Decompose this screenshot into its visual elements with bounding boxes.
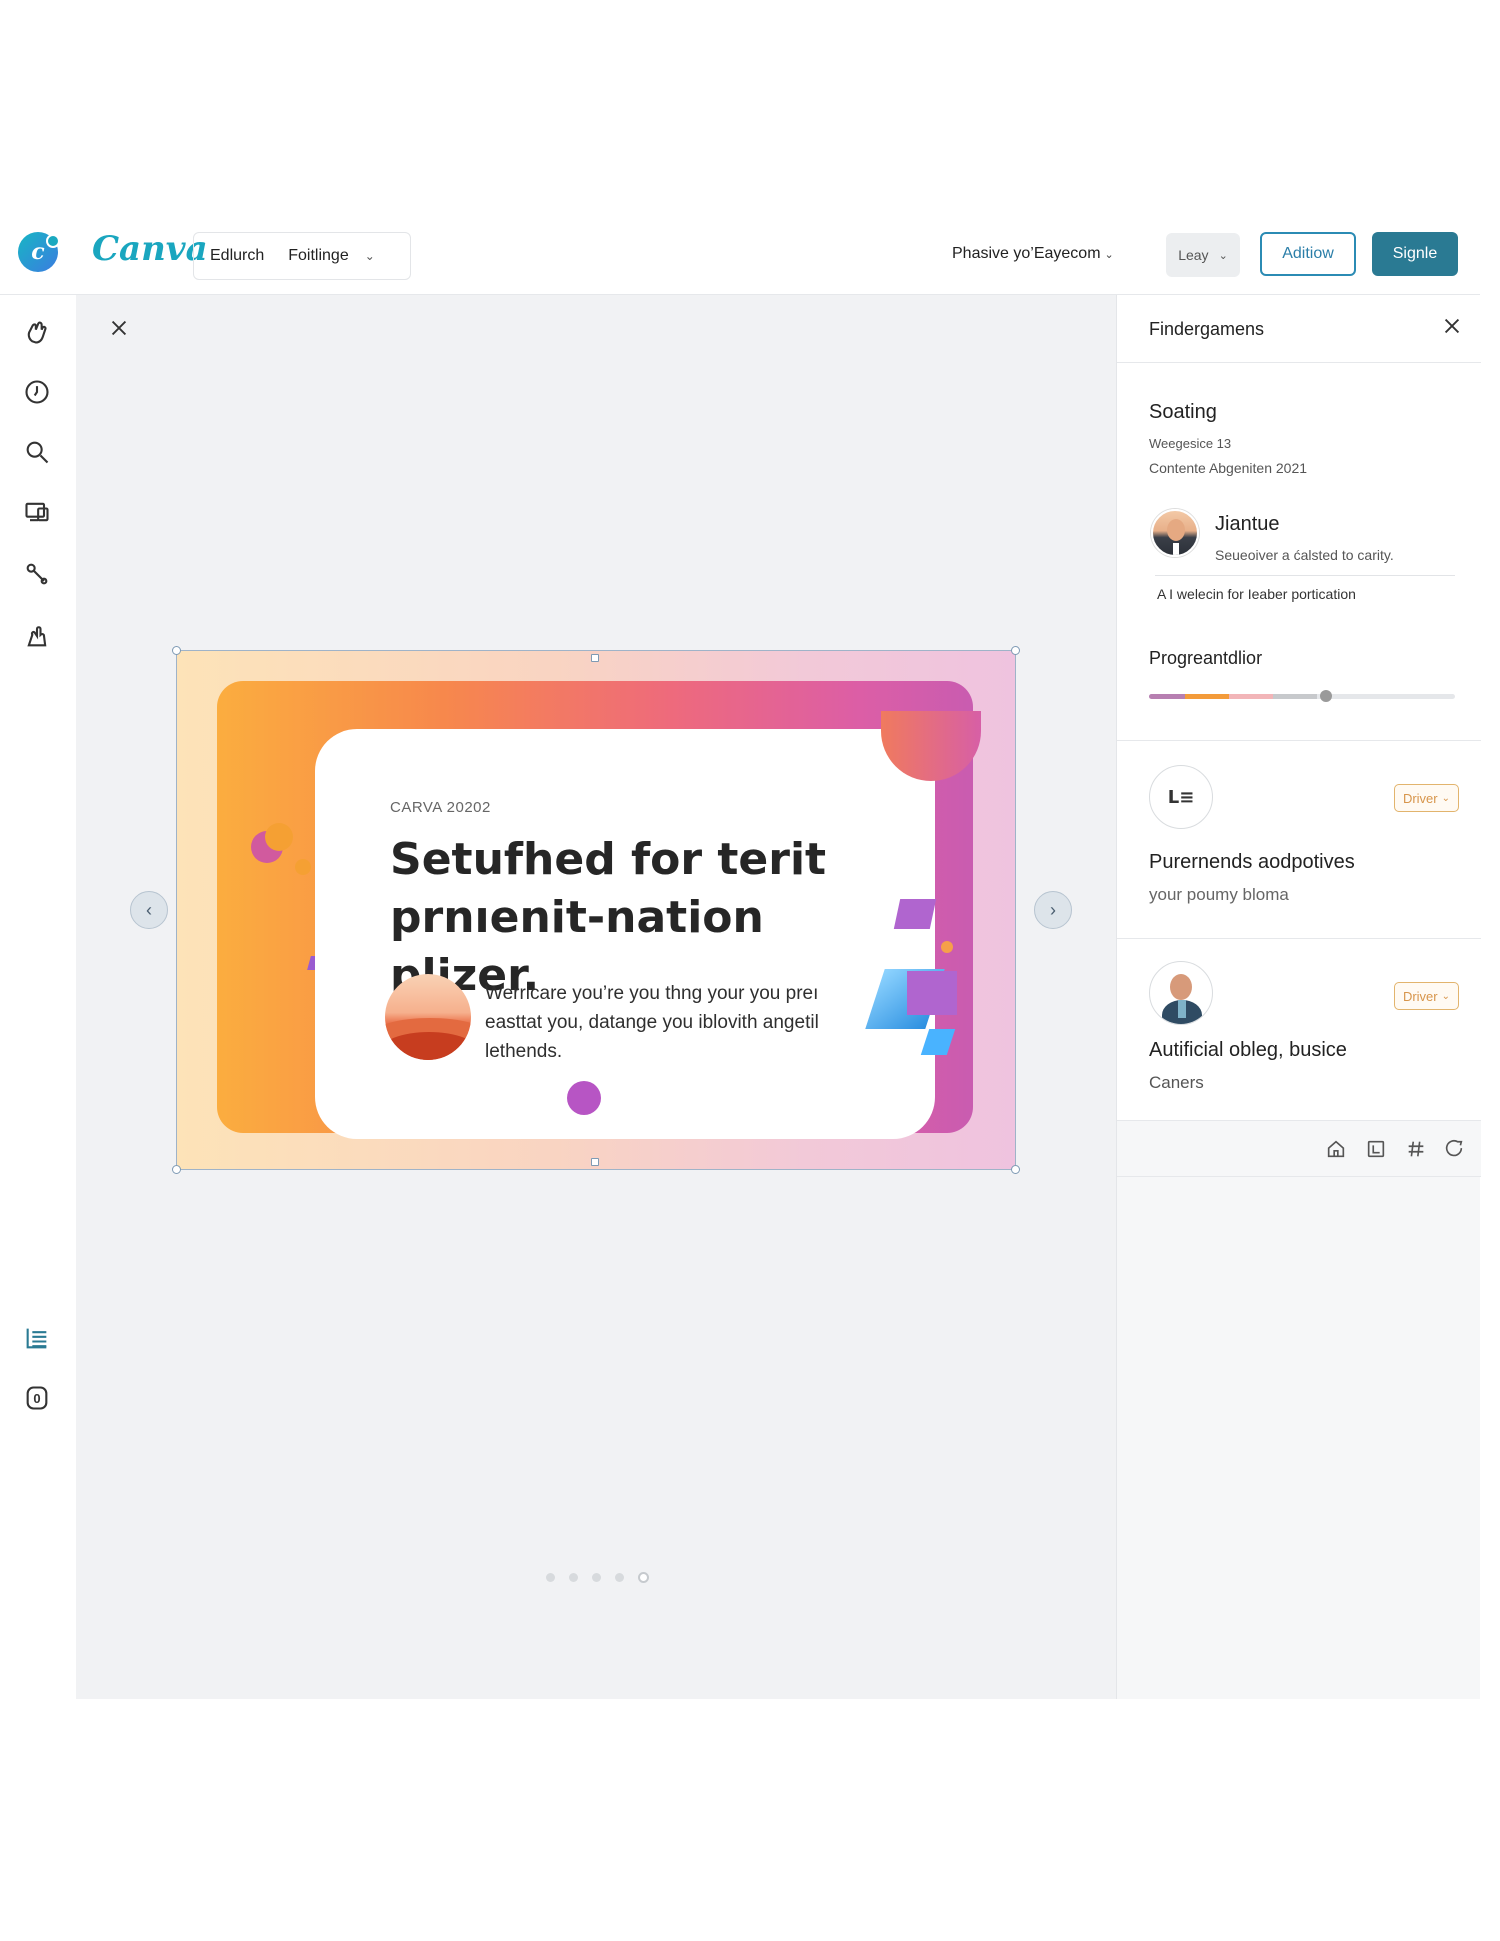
devices-icon[interactable]: [22, 497, 52, 527]
slide-card[interactable]: CARVA 20202 Setufhed for terit prnıenit-…: [315, 711, 981, 1139]
canva-editor: c Canva Edlurch Foitlinge ⌄ Phasive yo’E…: [0, 205, 1481, 1699]
progress-segment: [1229, 694, 1273, 699]
slider-knob[interactable]: [1320, 690, 1333, 702]
comment-icon[interactable]: [1443, 1138, 1465, 1160]
panel-section-details: Soating Weegesice 13 Contente Abgeniten …: [1117, 363, 1481, 741]
card-title: Autificial obleg, busice: [1149, 1039, 1347, 1061]
home-icon[interactable]: [1325, 1138, 1347, 1160]
card-subtitle: Caners: [1149, 1073, 1204, 1092]
size-select[interactable]: Leay ⌄: [1166, 233, 1240, 277]
signle-button[interactable]: Signle: [1372, 232, 1458, 276]
decor-dot-orange: [295, 859, 311, 875]
section-heading: Soating: [1149, 401, 1217, 423]
account-link-label: Phasive yo’Eayecom: [952, 245, 1101, 262]
panel-content: Findergamens Soating Weegesice 13 Conten…: [1117, 295, 1481, 1121]
progress-label: Progreantdlior: [1149, 648, 1263, 668]
account-dropdown[interactable]: Phasive yo’Eayecom ⌄: [952, 245, 1114, 263]
resize-handle-top-left[interactable]: [172, 646, 181, 655]
hand-icon[interactable]: [22, 317, 52, 347]
slide-kicker: CARVA 20202: [390, 799, 491, 816]
avatar[interactable]: [1151, 509, 1199, 557]
text-style-icon: L≡: [1149, 765, 1213, 829]
user-note: A I welecin for Ieaber portication: [1157, 586, 1356, 602]
section-meta-2: Contente Abgeniten 2021: [1149, 460, 1308, 476]
resize-handle-bottom-right[interactable]: [1011, 1165, 1020, 1174]
decor-half-circle: [881, 711, 981, 781]
decor-purple-square: [893, 899, 937, 929]
card-subtitle: your poumy bloma: [1149, 885, 1289, 904]
close-icon[interactable]: [108, 317, 132, 341]
counter-icon[interactable]: 0: [22, 1383, 52, 1413]
panel-card-1[interactable]: L≡ Driver ⌄ Purernends aodpotives your p…: [1117, 741, 1481, 939]
page-dot-active[interactable]: [638, 1572, 649, 1583]
decor-dot-orange-right: [941, 941, 953, 953]
page-dot[interactable]: [615, 1573, 624, 1582]
card-title: Purernends aodpotives: [1149, 851, 1355, 873]
avatar: [1149, 961, 1213, 1025]
progress-segment: [1149, 694, 1185, 699]
close-icon[interactable]: [1441, 315, 1463, 342]
chevron-down-icon: ⌄: [1441, 990, 1450, 1002]
top-menu: Edlurch Foitlinge ⌄: [193, 232, 411, 280]
menu-item-foitlinge[interactable]: Foitlinge: [288, 247, 348, 265]
decor-blue-shard: [920, 1029, 956, 1055]
user-subtitle: Seueoiver a ćalsted to carity.: [1215, 547, 1394, 563]
page-dot[interactable]: [569, 1573, 578, 1582]
page-dot[interactable]: [546, 1573, 555, 1582]
search-icon[interactable]: [22, 437, 52, 467]
chevron-down-icon: ⌄: [1104, 249, 1114, 261]
canva-app-icon[interactable]: c: [18, 232, 60, 272]
resize-handle-top-right[interactable]: [1011, 646, 1020, 655]
previous-slide-button[interactable]: ‹: [130, 891, 168, 929]
aditiow-button[interactable]: Aditiow: [1260, 232, 1356, 276]
driver-badge[interactable]: Driver ⌄: [1393, 982, 1459, 1010]
list-icon[interactable]: [22, 1323, 52, 1353]
menu-item-edlurch[interactable]: Edlurch: [210, 247, 264, 265]
next-slide-button[interactable]: ›: [1034, 891, 1072, 929]
slide-gradient-border: CARVA 20202 Setufhed for terit prnıenit-…: [217, 681, 981, 1139]
progress-segment: [1185, 694, 1229, 699]
counter-value: 0: [33, 1390, 41, 1406]
resize-handle-bottom[interactable]: [591, 1158, 599, 1166]
left-rail: 0: [0, 295, 76, 1699]
clock-icon[interactable]: [22, 377, 52, 407]
resize-handle-top[interactable]: [591, 654, 599, 662]
panel-card-2[interactable]: Driver ⌄ Autificial obleg, busice Caners: [1117, 939, 1481, 1121]
page-dot[interactable]: [592, 1573, 601, 1582]
progress-slider[interactable]: [1149, 690, 1455, 702]
panel-title: Findergamens: [1149, 319, 1265, 339]
slide-selection-frame[interactable]: CARVA 20202 Setufhed for terit prnıenit-…: [172, 646, 1020, 1174]
chevron-down-icon: ⌄: [1218, 249, 1228, 262]
brand-logo[interactable]: Canva: [92, 229, 208, 269]
resize-handle-bottom-left[interactable]: [172, 1165, 181, 1174]
decor-dot-purple-bottom: [567, 1081, 601, 1115]
right-panel: Findergamens Soating Weegesice 13 Conten…: [1116, 295, 1481, 1699]
chevron-down-icon[interactable]: ⌄: [365, 249, 375, 263]
brush-icon[interactable]: [22, 559, 52, 589]
badge-label: Driver: [1402, 988, 1438, 1004]
page-dots: [546, 1572, 649, 1583]
panel-toolbar: [1117, 1121, 1481, 1177]
user-name: Jiantue: [1215, 513, 1280, 535]
divider: [1155, 575, 1455, 576]
layout-icon[interactable]: [1365, 1138, 1387, 1160]
decor-circle-orange: [265, 823, 293, 851]
decor-purple-block: [907, 971, 957, 1015]
top-bar: c Canva Edlurch Foitlinge ⌄ Phasive yo’E…: [0, 205, 1480, 295]
progress-segment: [1273, 694, 1317, 699]
panel-header: Findergamens: [1117, 295, 1481, 363]
slide-body: Werricare you’re you thng your you preı …: [485, 983, 819, 1062]
size-select-value: Leay: [1178, 247, 1209, 263]
badge-label: Driver: [1402, 790, 1438, 806]
canvas-area: ‹ › CARVA 20202 Setufhed for terit prnıe…: [76, 295, 1116, 1699]
chevron-down-icon: ⌄: [1441, 792, 1450, 804]
touch-icon[interactable]: [22, 621, 52, 651]
driver-badge[interactable]: Driver ⌄: [1393, 784, 1459, 812]
sunset-illustration: [385, 974, 471, 1060]
hash-icon[interactable]: [1405, 1138, 1427, 1160]
section-meta-1: Weegesice 13: [1149, 436, 1232, 451]
